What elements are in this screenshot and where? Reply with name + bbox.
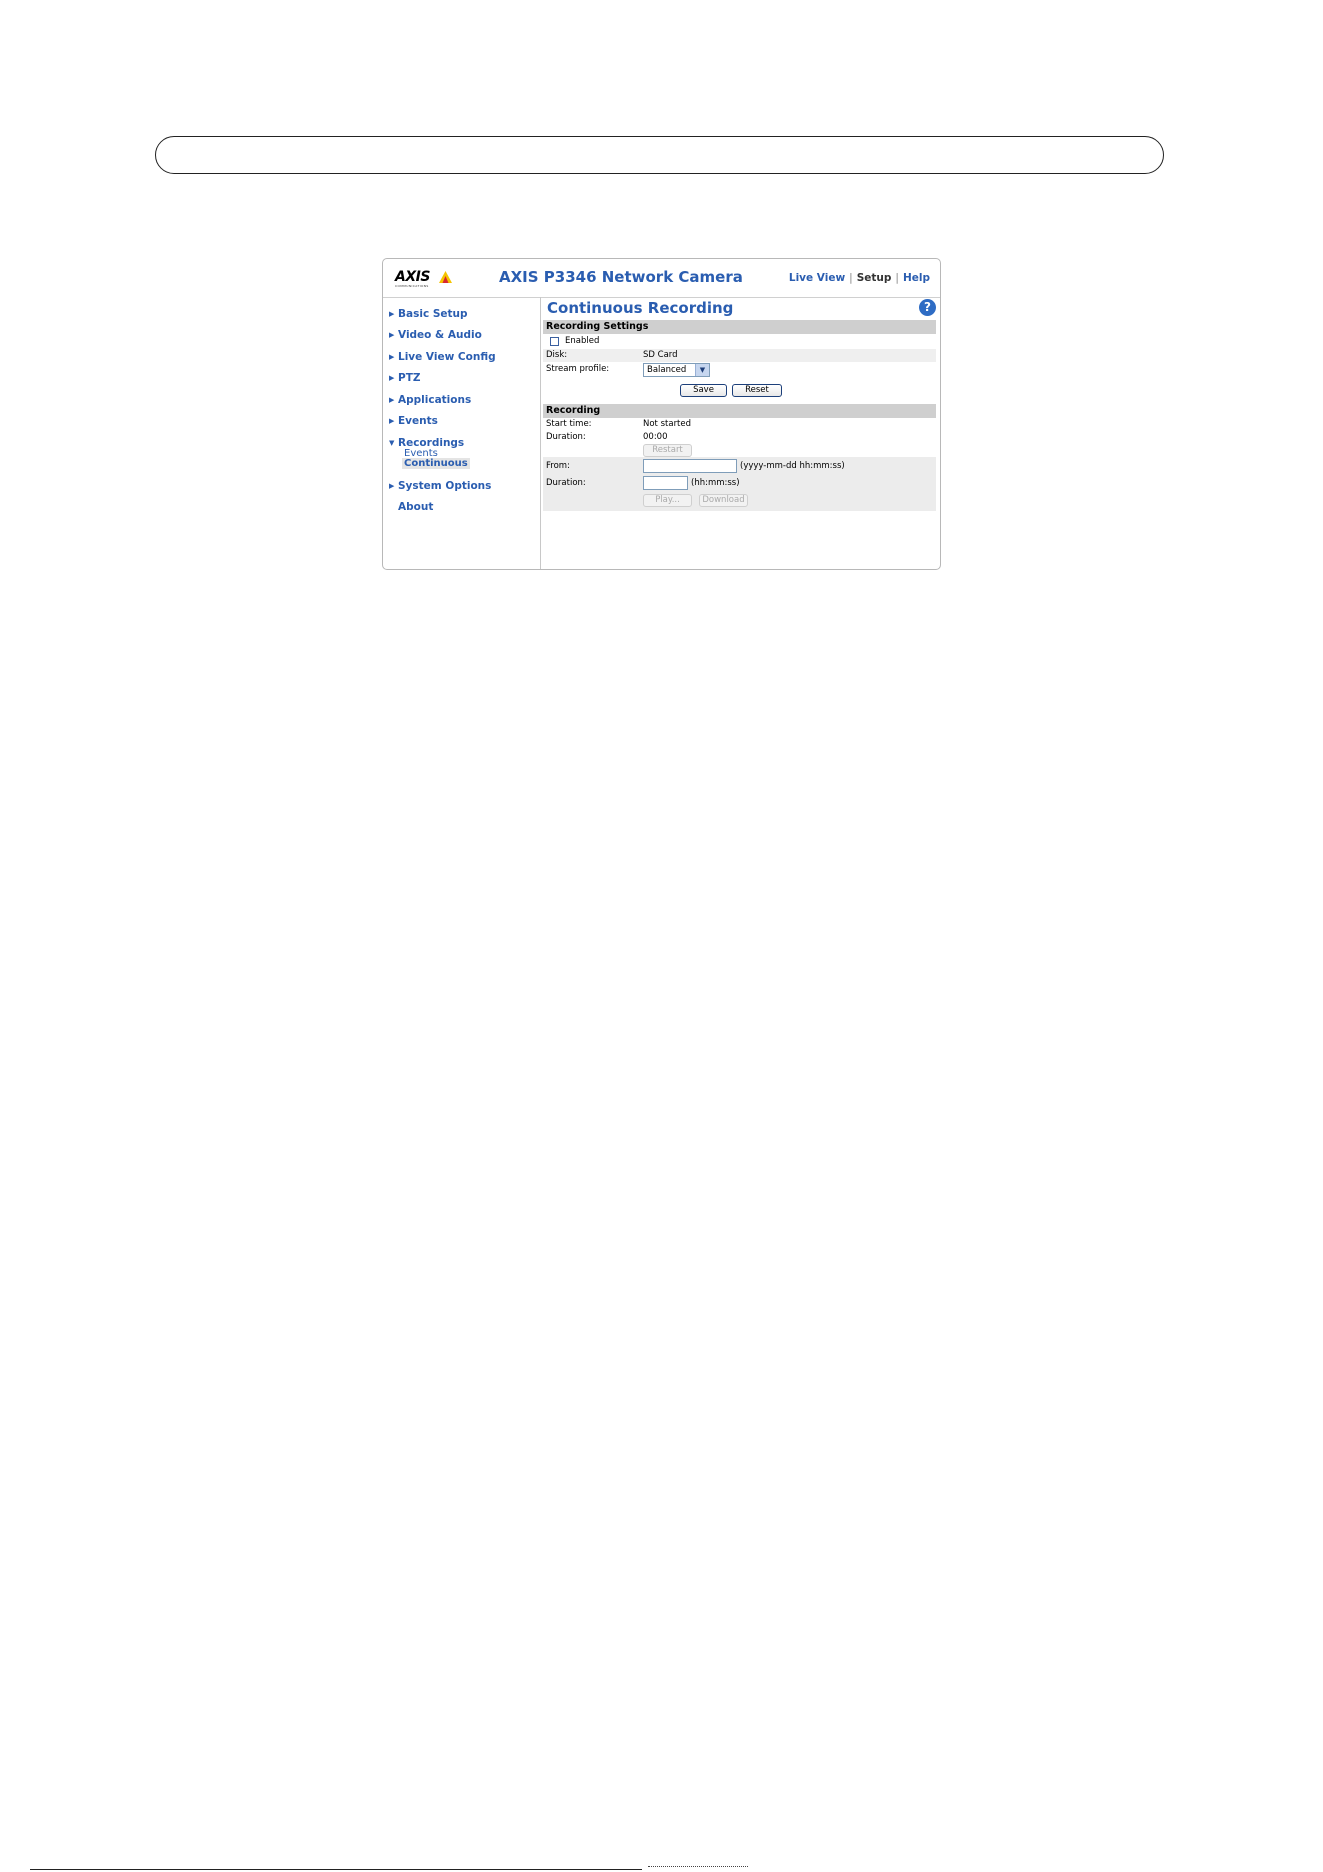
chevron-right-icon: ▶ [389, 331, 395, 339]
duration-value: 00:00 [643, 432, 668, 442]
duration-hint: (hh:mm:ss) [691, 478, 740, 488]
help-icon[interactable]: ? [919, 299, 936, 316]
top-bar: AXIS COMMUNICATIONS AXIS P3346 Network C… [383, 259, 940, 298]
footer-marks [648, 1866, 748, 1871]
browser-window: AXIS COMMUNICATIONS AXIS P3346 Network C… [382, 258, 941, 570]
recording-heading: Recording [543, 404, 936, 418]
sidebar-item-live-view-config[interactable]: ▶ Live View Config [389, 351, 496, 363]
sidebar-item-basic-setup[interactable]: ▶ Basic Setup [389, 308, 468, 320]
stream-profile-select[interactable]: Balanced ▼ [643, 363, 710, 377]
logo-subtext: COMMUNICATIONS [395, 284, 429, 288]
stream-profile-label: Stream profile: [546, 364, 610, 374]
sidebar-item-system-options[interactable]: ▶ System Options [389, 480, 491, 492]
main-content: Continuous Recording ? Recording Setting… [541, 297, 940, 569]
playback-panel: From: (yyyy-mm-dd hh:mm:ss) Duration: (h… [543, 457, 936, 511]
page-header-bar [155, 136, 1164, 174]
restart-button[interactable]: Restart [643, 444, 692, 457]
logo-text: AXIS [395, 269, 430, 285]
start-time-row: Start time: Not started [543, 418, 936, 431]
reset-button[interactable]: Reset [732, 384, 782, 397]
from-hint: (yyyy-mm-dd hh:mm:ss) [740, 461, 845, 471]
setup-link[interactable]: Setup [857, 272, 892, 284]
duration-input-label: Duration: [546, 478, 586, 488]
duration-label: Duration: [546, 432, 586, 442]
sidebar-subitem-continuous[interactable]: Continuous [402, 458, 470, 469]
chevron-right-icon: ▶ [389, 396, 395, 404]
chevron-right-icon: ▶ [389, 353, 395, 361]
save-button[interactable]: Save [680, 384, 727, 397]
start-time-value: Not started [643, 419, 692, 429]
footer-rule [30, 1869, 642, 1870]
link-separator: | [895, 272, 899, 284]
top-nav-links: Live View | Setup | Help [789, 272, 930, 284]
stream-profile-value: Balanced [647, 365, 687, 375]
chevron-right-icon: ▶ [389, 374, 395, 382]
play-button[interactable]: Play... [643, 494, 692, 507]
sidebar: ▶ Basic Setup ▶ Video & Audio ▶ Live View C… [383, 297, 541, 569]
link-separator: | [849, 272, 853, 284]
app-title: AXIS P3346 Network Camera [499, 268, 743, 286]
disk-value: SD Card [643, 350, 678, 360]
page-title: Continuous Recording [547, 299, 734, 317]
sidebar-item-ptz[interactable]: ▶ PTZ [389, 372, 420, 384]
duration-row: Duration: 00:00 [543, 431, 936, 444]
download-button[interactable]: Download [699, 494, 748, 507]
live-view-link[interactable]: Live View [789, 272, 845, 284]
disk-row: Disk: SD Card [543, 349, 936, 362]
logo-triangle-icon [439, 271, 452, 283]
start-time-label: Start time: [546, 419, 592, 429]
from-input[interactable] [643, 459, 737, 473]
recording-settings-heading: Recording Settings [543, 320, 936, 334]
disk-label: Disk: [546, 350, 568, 360]
chevron-down-icon: ▼ [695, 364, 709, 376]
enabled-checkbox[interactable] [550, 337, 559, 346]
chevron-down-icon: ▼ [389, 439, 395, 447]
chevron-right-icon: ▶ [389, 417, 395, 425]
help-link[interactable]: Help [903, 272, 930, 284]
sidebar-item-events[interactable]: ▶ Events [389, 415, 438, 427]
chevron-right-icon: ▶ [389, 482, 395, 490]
enabled-label: Enabled [565, 336, 600, 346]
from-label: From: [546, 461, 570, 471]
chevron-right-icon: ▶ [389, 310, 395, 318]
sidebar-item-applications[interactable]: ▶ Applications [389, 394, 471, 406]
sidebar-item-video-audio[interactable]: ▶ Video & Audio [389, 329, 482, 341]
stream-profile-row: Stream profile: Balanced ▼ [543, 363, 936, 378]
sidebar-item-about[interactable]: About [398, 501, 433, 513]
enabled-row: Enabled [543, 335, 936, 348]
duration-input[interactable] [643, 476, 688, 490]
